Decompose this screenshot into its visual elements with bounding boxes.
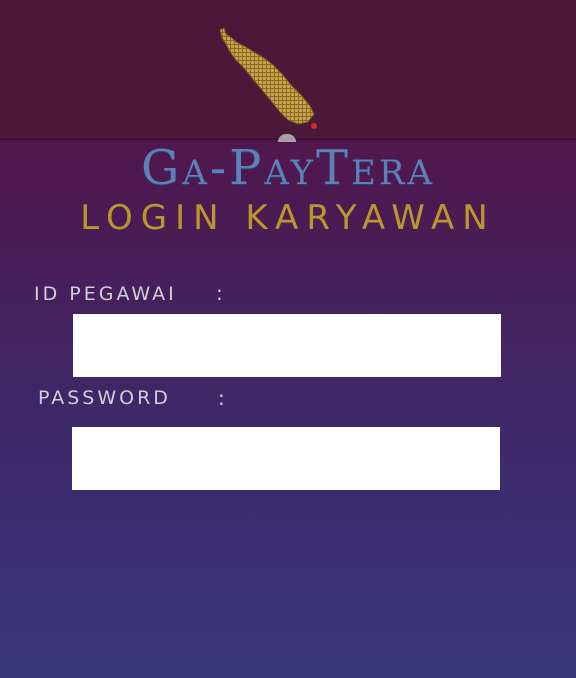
id-pegawai-colon: : [216, 281, 223, 305]
password-input[interactable] [72, 427, 500, 490]
password-colon: : [218, 386, 225, 410]
island-map-logo-icon [210, 24, 330, 136]
page-subtitle: LOGIN KARYAWAN [80, 198, 496, 238]
id-pegawai-input[interactable] [73, 314, 501, 377]
password-label: PASSWORD [38, 387, 171, 409]
app-title: Ga-PayTera [140, 140, 436, 196]
id-pegawai-label: ID PEGAWAI [34, 283, 177, 305]
